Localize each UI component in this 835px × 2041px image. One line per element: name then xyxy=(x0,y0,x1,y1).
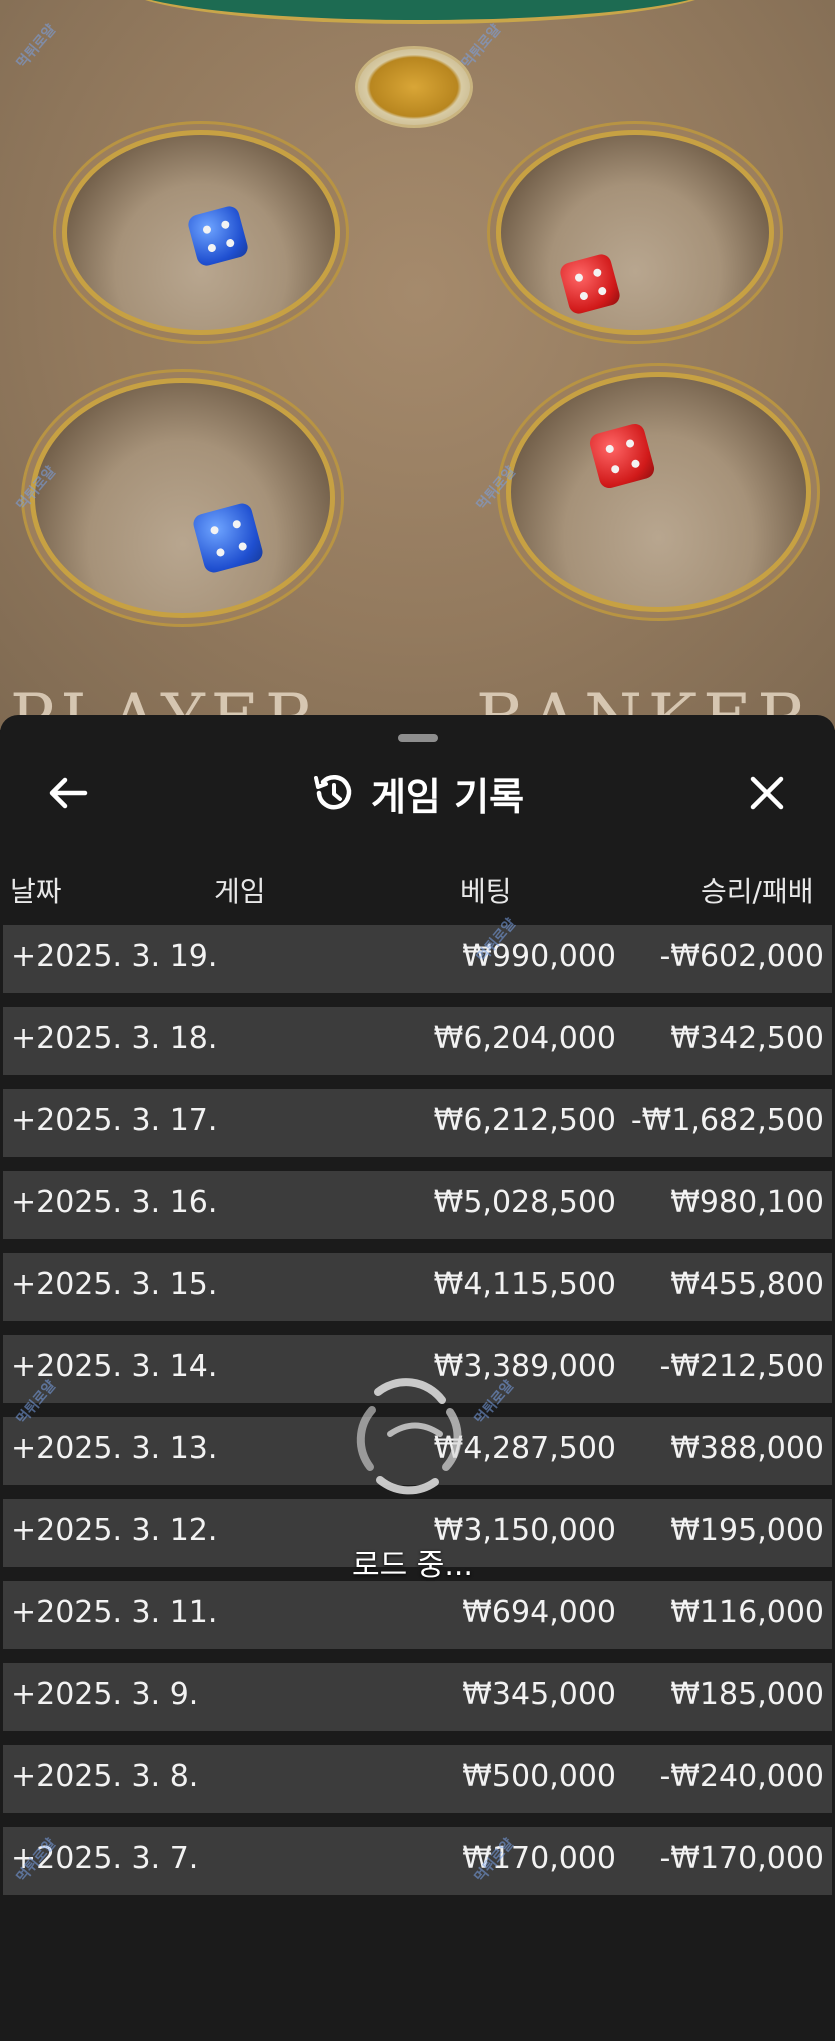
table-header: 날짜 게임 베팅 승리/패배 xyxy=(0,870,835,910)
row-bet: ₩4,115,500 xyxy=(433,1267,616,1302)
row-bet: ₩4,287,500 xyxy=(433,1431,616,1466)
game-table-scene: PLAYER BANKER 먹튀로얄 먹튀로얄 먹튀로얄 먹튀로얄 xyxy=(0,0,835,730)
table-row[interactable]: +2025. 3. 15. ₩4,115,500 ₩455,800 xyxy=(3,1253,832,1321)
table-row[interactable]: +2025. 3. 7. ₩170,000 -₩170,000 xyxy=(3,1827,832,1895)
table-row[interactable]: +2025. 3. 18. ₩6,204,000 ₩342,500 xyxy=(3,1007,832,1075)
dice-bowl-top-right xyxy=(496,130,774,335)
row-bet: ₩694,000 xyxy=(462,1595,616,1630)
sheet-header: 게임 기록 xyxy=(0,763,835,823)
table-row[interactable]: +2025. 3. 9. ₩345,000 ₩185,000 xyxy=(3,1663,832,1731)
row-bet: ₩990,000 xyxy=(462,939,616,974)
row-bet: ₩500,000 xyxy=(462,1759,616,1794)
row-bet: ₩6,212,500 xyxy=(433,1103,616,1138)
row-bet: ₩170,000 xyxy=(462,1841,616,1876)
row-date: +2025. 3. 8. xyxy=(11,1759,199,1794)
table-row[interactable]: +2025. 3. 11. ₩694,000 ₩116,000 xyxy=(3,1581,832,1649)
row-date: +2025. 3. 11. xyxy=(11,1595,218,1630)
watermark: 먹튀로얄 xyxy=(13,21,60,72)
row-date: +2025. 3. 15. xyxy=(11,1267,218,1302)
column-bet: 베팅 xyxy=(460,875,512,908)
row-win-loss: ₩116,000 xyxy=(670,1595,824,1630)
row-date: +2025. 3. 19. xyxy=(11,939,218,974)
drag-handle[interactable] xyxy=(398,734,438,742)
row-date: +2025. 3. 17. xyxy=(11,1103,218,1138)
center-lamp xyxy=(355,46,473,128)
close-icon xyxy=(750,776,784,810)
row-win-loss: -₩602,000 xyxy=(659,939,824,974)
row-date: +2025. 3. 16. xyxy=(11,1185,218,1220)
row-win-loss: ₩980,100 xyxy=(670,1185,824,1220)
game-history-sheet: 게임 기록 날짜 게임 베팅 승리/패배 +2025. 3. 19. ₩990,… xyxy=(0,715,835,2041)
row-date: +2025. 3. 14. xyxy=(11,1349,218,1384)
row-date: +2025. 3. 18. xyxy=(11,1021,218,1056)
column-game: 게임 xyxy=(214,875,266,908)
row-win-loss: -₩1,682,500 xyxy=(630,1103,824,1138)
row-bet: ₩5,028,500 xyxy=(433,1185,616,1220)
table-row[interactable]: +2025. 3. 13. ₩4,287,500 ₩388,000 xyxy=(3,1417,832,1485)
dice-bowl-bottom-right xyxy=(506,372,811,612)
row-win-loss: -₩240,000 xyxy=(659,1759,824,1794)
loading-text: 로드 중... xyxy=(352,1548,473,1583)
page-title: 게임 기록 xyxy=(370,774,525,819)
row-win-loss: ₩455,800 xyxy=(670,1267,824,1302)
row-date: +2025. 3. 9. xyxy=(11,1677,199,1712)
row-date: +2025. 3. 13. xyxy=(11,1431,218,1466)
close-button[interactable] xyxy=(737,763,797,823)
table-row[interactable]: +2025. 3. 8. ₩500,000 -₩240,000 xyxy=(3,1745,832,1813)
history-clock-icon xyxy=(313,774,352,810)
dice-bowl-bottom-left xyxy=(30,378,335,618)
row-bet: ₩6,204,000 xyxy=(433,1021,616,1056)
row-bet: ₩345,000 xyxy=(462,1677,616,1712)
row-win-loss: ₩342,500 xyxy=(670,1021,824,1056)
row-win-loss: -₩170,000 xyxy=(659,1841,824,1876)
row-date: +2025. 3. 12. xyxy=(11,1513,218,1548)
history-table-body: +2025. 3. 19. ₩990,000 -₩602,000 +2025. … xyxy=(3,925,832,1909)
table-row[interactable]: +2025. 3. 17. ₩6,212,500 -₩1,682,500 xyxy=(3,1089,832,1157)
row-win-loss: ₩388,000 xyxy=(670,1431,824,1466)
table-row[interactable]: +2025. 3. 19. ₩990,000 -₩602,000 xyxy=(3,925,832,993)
row-date: +2025. 3. 7. xyxy=(11,1841,199,1876)
table-row[interactable]: +2025. 3. 14. ₩3,389,000 -₩212,500 xyxy=(3,1335,832,1403)
column-win-loss: 승리/패배 xyxy=(701,875,814,908)
table-felt-edge xyxy=(120,0,720,24)
row-win-loss: ₩185,000 xyxy=(670,1677,824,1712)
column-date: 날짜 xyxy=(10,875,62,908)
row-win-loss: -₩212,500 xyxy=(659,1349,824,1384)
row-win-loss: ₩195,000 xyxy=(670,1513,824,1548)
table-row[interactable]: +2025. 3. 16. ₩5,028,500 ₩980,100 xyxy=(3,1171,832,1239)
row-bet: ₩3,389,000 xyxy=(433,1349,616,1384)
